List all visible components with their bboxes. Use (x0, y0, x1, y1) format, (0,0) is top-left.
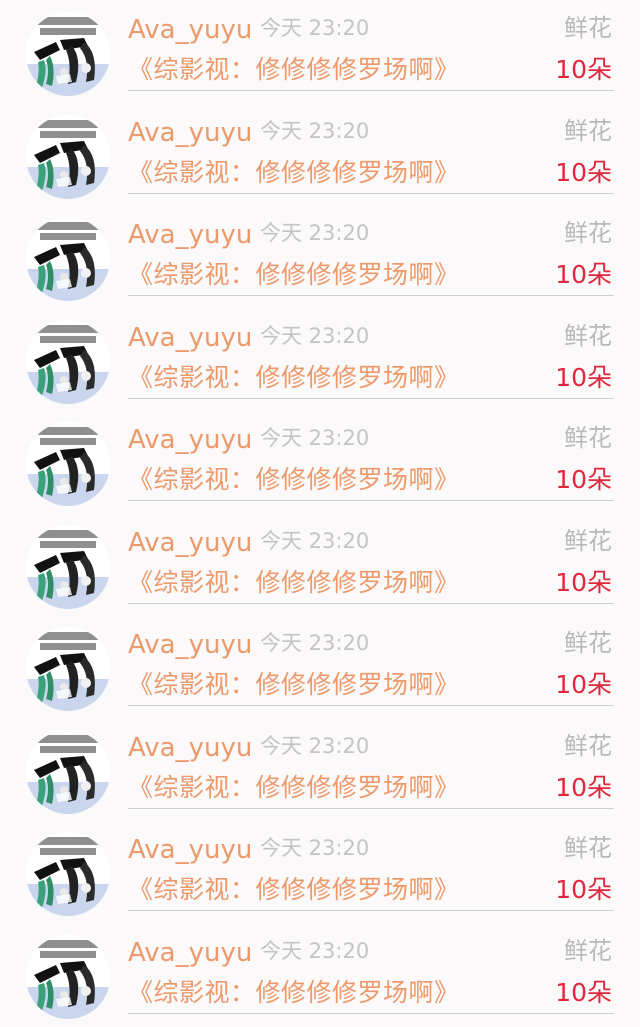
gift-type: 鲜花 (564, 731, 612, 760)
gift-record-row[interactable]: Ava_yuyu 今天 23:20 鲜花 《综影视：修修修修罗场啊》 10朵 (0, 718, 640, 821)
username[interactable]: Ava_yuyu (128, 215, 252, 255)
username[interactable]: Ava_yuyu (128, 420, 252, 460)
gift-type: 鲜花 (564, 526, 612, 555)
gift-count: 10朵 (555, 55, 612, 84)
username[interactable]: Ava_yuyu (128, 933, 252, 973)
row-divider (128, 910, 614, 911)
gift-count: 10朵 (555, 670, 612, 699)
gift-record-row[interactable]: Ava_yuyu 今天 23:20 鲜花 《综影视：修修修修罗场啊》 10朵 (0, 410, 640, 513)
row-divider (128, 295, 614, 296)
user-avatar[interactable] (26, 217, 110, 301)
user-avatar[interactable] (26, 319, 110, 404)
gift-count: 10朵 (555, 567, 612, 597)
user-avatar[interactable] (26, 524, 110, 609)
gift-record-row[interactable]: Ava_yuyu 今天 23:20 鲜花 《综影视：修修修修罗场啊》 10朵 (0, 308, 640, 411)
book-title[interactable]: 《综影视：修修修修罗场啊》 (128, 870, 460, 910)
gift-type: 鲜花 (564, 14, 612, 42)
gift-time: 今天 23:20 (260, 118, 370, 143)
gift-type: 鲜花 (564, 629, 612, 657)
row-divider (128, 90, 614, 91)
username[interactable]: Ava_yuyu (128, 113, 252, 153)
book-title[interactable]: 《综影视：修修修修罗场啊》 (128, 153, 460, 193)
user-avatar[interactable] (26, 114, 110, 199)
gift-count: 10朵 (555, 875, 612, 904)
username[interactable]: Ava_yuyu (128, 10, 252, 50)
gift-type: 鲜花 (564, 834, 612, 862)
username[interactable]: Ava_yuyu (128, 830, 252, 870)
gift-count: 10朵 (555, 157, 612, 187)
gift-count: 10朵 (555, 362, 612, 392)
gift-time: 今天 23:20 (260, 221, 370, 245)
book-title[interactable]: 《综影视：修修修修罗场啊》 (128, 768, 460, 808)
username[interactable]: Ava_yuyu (128, 318, 252, 358)
book-title[interactable]: 《综影视：修修修修罗场啊》 (128, 973, 460, 1013)
user-avatar[interactable] (26, 627, 110, 711)
gift-count: 10朵 (555, 260, 612, 289)
user-avatar[interactable] (26, 832, 110, 916)
row-divider (128, 705, 614, 706)
row-divider (128, 1012, 614, 1014)
row-divider (128, 807, 614, 809)
gift-record-row[interactable]: Ava_yuyu 今天 23:20 鲜花 《综影视：修修修修罗场啊》 10朵 (0, 923, 640, 1026)
gift-type: 鲜花 (564, 424, 612, 452)
gift-count: 10朵 (555, 772, 612, 802)
user-avatar[interactable] (26, 729, 110, 814)
gift-type: 鲜花 (564, 936, 612, 965)
book-title[interactable]: 《综影视：修修修修罗场啊》 (128, 563, 460, 603)
row-divider (128, 602, 614, 604)
username[interactable]: Ava_yuyu (128, 523, 252, 563)
row-divider (128, 192, 614, 194)
row-divider (128, 397, 614, 399)
user-avatar[interactable] (26, 422, 110, 506)
gift-time: 今天 23:20 (260, 836, 370, 860)
gift-time: 今天 23:20 (260, 426, 370, 450)
book-title[interactable]: 《综影视：修修修修罗场啊》 (128, 50, 460, 90)
gift-time: 今天 23:20 (260, 16, 370, 40)
user-avatar[interactable] (26, 12, 110, 96)
gift-record-row[interactable]: Ava_yuyu 今天 23:20 鲜花 《综影视：修修修修罗场啊》 10朵 (0, 0, 640, 103)
book-title[interactable]: 《综影视：修修修修罗场啊》 (128, 358, 460, 398)
user-avatar[interactable] (26, 934, 110, 1019)
gift-time: 今天 23:20 (260, 733, 370, 758)
gift-type: 鲜花 (564, 219, 612, 247)
gift-count: 10朵 (555, 977, 612, 1007)
gift-record-row[interactable]: Ava_yuyu 今天 23:20 鲜花 《综影视：修修修修罗场啊》 10朵 (0, 513, 640, 616)
gift-time: 今天 23:20 (260, 938, 370, 963)
gift-time: 今天 23:20 (260, 323, 370, 348)
gift-record-row[interactable]: Ava_yuyu 今天 23:20 鲜花 《综影视：修修修修罗场啊》 10朵 (0, 205, 640, 308)
gift-time: 今天 23:20 (260, 528, 370, 553)
row-divider (128, 500, 614, 501)
gift-type: 鲜花 (564, 116, 612, 145)
book-title[interactable]: 《综影视：修修修修罗场啊》 (128, 255, 460, 295)
book-title[interactable]: 《综影视：修修修修罗场啊》 (128, 665, 460, 705)
gift-record-row[interactable]: Ava_yuyu 今天 23:20 鲜花 《综影视：修修修修罗场啊》 10朵 (0, 820, 640, 923)
gift-time: 今天 23:20 (260, 631, 370, 655)
gift-record-list: Ava_yuyu 今天 23:20 鲜花 《综影视：修修修修罗场啊》 10朵 A… (0, 0, 640, 1025)
book-title[interactable]: 《综影视：修修修修罗场啊》 (128, 460, 460, 500)
gift-count: 10朵 (555, 465, 612, 494)
gift-type: 鲜花 (564, 321, 612, 350)
gift-record-row[interactable]: Ava_yuyu 今天 23:20 鲜花 《综影视：修修修修罗场啊》 10朵 (0, 615, 640, 718)
gift-record-row[interactable]: Ava_yuyu 今天 23:20 鲜花 《综影视：修修修修罗场啊》 10朵 (0, 103, 640, 206)
username[interactable]: Ava_yuyu (128, 728, 252, 768)
username[interactable]: Ava_yuyu (128, 625, 252, 665)
